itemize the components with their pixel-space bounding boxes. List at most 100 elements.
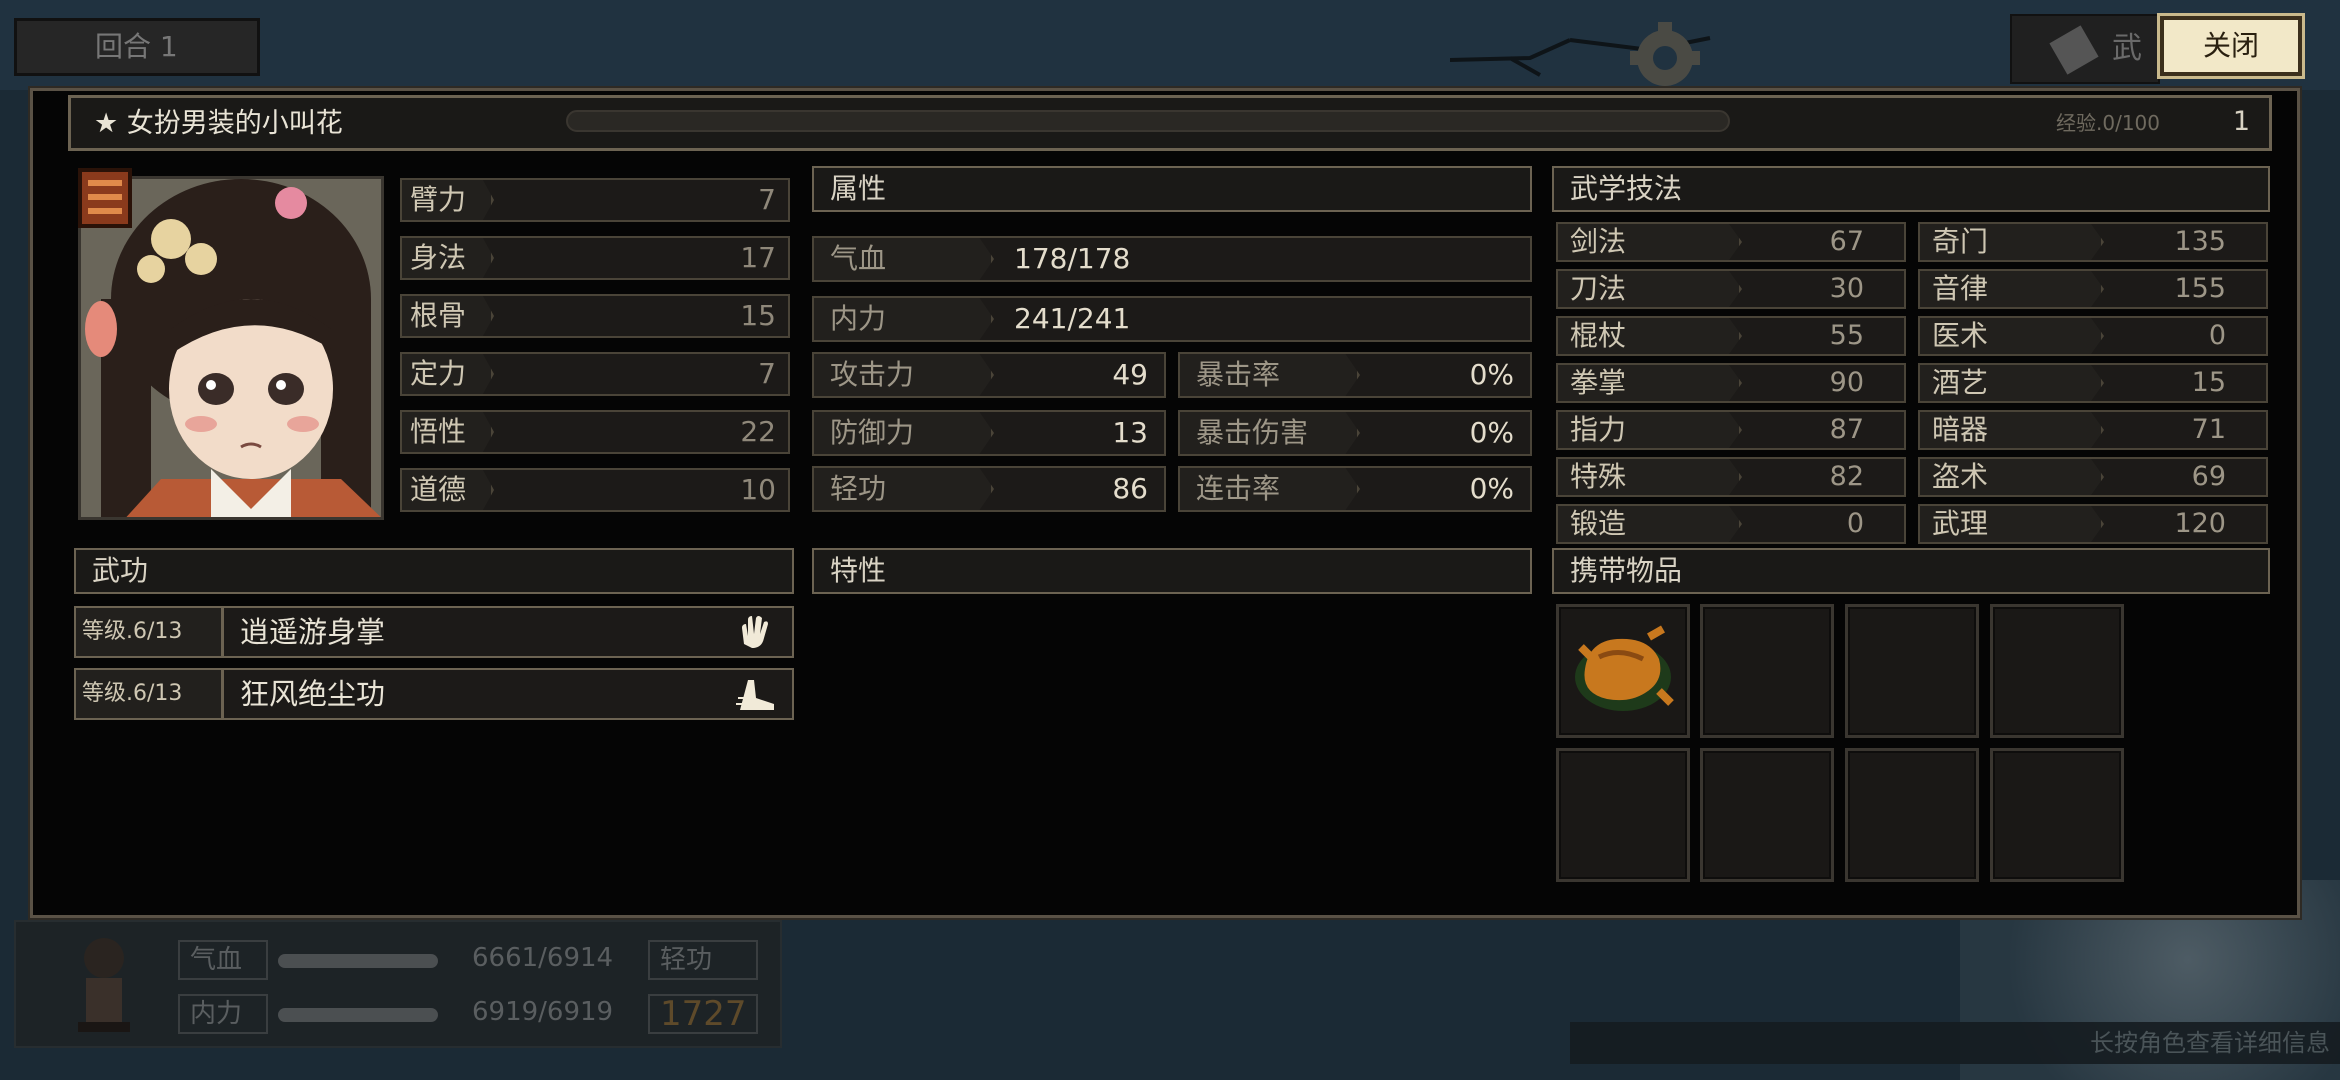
portrait-illustration bbox=[81, 179, 381, 517]
skill-label: 棍杖 bbox=[1558, 318, 1742, 354]
skill-row: 奇门 135 bbox=[1918, 222, 2268, 262]
hud-hp-label: 气血 bbox=[178, 940, 268, 980]
attr-label: 攻击力 bbox=[814, 354, 994, 396]
skill-row: 棍杖 55 bbox=[1556, 316, 1906, 356]
hud-hp-value: 6661/6914 bbox=[472, 943, 614, 973]
martial-item[interactable]: 等级.6/13 逍遥游身掌 bbox=[74, 606, 794, 658]
martial-level: 等级.6/13 bbox=[76, 608, 224, 656]
inventory-slot[interactable] bbox=[1556, 748, 1690, 882]
skill-value: 155 bbox=[2174, 273, 2226, 304]
skill-value: 90 bbox=[1829, 367, 1864, 398]
skill-row: 拳掌 90 bbox=[1556, 363, 1906, 403]
skill-value: 0 bbox=[1846, 508, 1864, 539]
skill-value: 67 bbox=[1829, 226, 1864, 257]
attr-label: 连击率 bbox=[1180, 468, 1360, 510]
stat-label: 臂力 bbox=[402, 180, 494, 220]
skill-value: 71 bbox=[2191, 414, 2226, 445]
character-level: 1 bbox=[2232, 106, 2250, 137]
skill-value: 0 bbox=[2208, 320, 2226, 351]
stat-value: 7 bbox=[758, 183, 776, 216]
stat-label: 道德 bbox=[402, 470, 494, 510]
stat-row-morality: 道德 10 bbox=[400, 468, 790, 512]
skill-label: 医术 bbox=[1920, 318, 2104, 354]
inventory-slot[interactable] bbox=[1990, 748, 2124, 882]
martial-skill-button: 武工 bbox=[2010, 14, 2160, 132]
palm-icon bbox=[742, 616, 768, 648]
skill-value: 87 bbox=[1829, 414, 1864, 445]
skill-row: 指力 87 bbox=[1556, 410, 1906, 450]
stat-value: 17 bbox=[740, 241, 776, 274]
character-name: ★ 女扮男装的小叫花 bbox=[94, 108, 343, 139]
attr-value: 178/178 bbox=[1014, 242, 1131, 275]
attr-label: 轻功 bbox=[814, 468, 994, 510]
attr-label: 气血 bbox=[814, 238, 994, 280]
stat-label: 身法 bbox=[402, 238, 494, 278]
stat-label: 定力 bbox=[402, 354, 494, 394]
attr-row-hp: 气血 178/178 bbox=[812, 236, 1532, 282]
attr-value: 13 bbox=[1112, 416, 1148, 449]
skill-row: 医术 0 bbox=[1918, 316, 2268, 356]
inventory-slot[interactable] bbox=[1700, 748, 1834, 882]
stat-value: 22 bbox=[740, 415, 776, 448]
hud-hp-bar bbox=[278, 954, 438, 968]
skill-value: 69 bbox=[2191, 461, 2226, 492]
skill-row: 锻造 0 bbox=[1556, 504, 1906, 544]
skill-label: 盗术 bbox=[1920, 459, 2104, 495]
skill-row: 刀法 30 bbox=[1556, 269, 1906, 309]
attr-value: 0% bbox=[1469, 416, 1514, 449]
skill-row: 剑法 67 bbox=[1556, 222, 1906, 262]
skill-label: 武理 bbox=[1920, 506, 2104, 542]
skill-row: 暗器 71 bbox=[1918, 410, 2268, 450]
skill-label: 奇门 bbox=[1920, 224, 2104, 260]
skill-row: 酒艺 15 bbox=[1918, 363, 2268, 403]
stat-value: 15 bbox=[740, 299, 776, 332]
skills-header: 武学技法 bbox=[1552, 166, 2270, 212]
skill-label: 拳掌 bbox=[1558, 365, 1742, 401]
skill-value: 30 bbox=[1829, 273, 1864, 304]
hud-mp-label: 内力 bbox=[178, 994, 268, 1034]
hint-text: 长按角色查看详细信息 bbox=[2090, 1029, 2330, 1057]
martial-item[interactable]: 等级.6/13 狂风绝尘功 bbox=[74, 668, 794, 720]
inventory-slot[interactable] bbox=[1845, 748, 1979, 882]
stat-value: 7 bbox=[758, 357, 776, 390]
hud-qinggong-value: 1727 bbox=[648, 994, 758, 1034]
attr-value: 0% bbox=[1469, 358, 1514, 391]
inventory-slot[interactable] bbox=[1556, 604, 1690, 738]
stat-row-comprehension: 悟性 22 bbox=[400, 410, 790, 454]
skill-label: 特殊 bbox=[1558, 459, 1742, 495]
stat-label: 根骨 bbox=[402, 296, 494, 336]
stat-row-constitution: 根骨 15 bbox=[400, 294, 790, 338]
gear-icon[interactable] bbox=[1620, 18, 1710, 88]
skill-label: 指力 bbox=[1558, 412, 1742, 448]
stat-row-strength: 臂力 7 bbox=[400, 178, 790, 222]
attr-label: 暴击伤害 bbox=[1180, 412, 1360, 454]
attr-row-crit-damage: 暴击伤害 0% bbox=[1178, 410, 1532, 456]
traits-header: 特性 bbox=[812, 548, 1532, 594]
attr-row-defense: 防御力 13 bbox=[812, 410, 1166, 456]
inventory-header: 携带物品 bbox=[1552, 548, 2270, 594]
inventory-slot[interactable] bbox=[1700, 604, 1834, 738]
skill-row: 特殊 82 bbox=[1556, 457, 1906, 497]
martial-name: 逍遥游身掌 bbox=[240, 615, 386, 649]
martial-level: 等级.6/13 bbox=[76, 670, 224, 718]
skill-label: 刀法 bbox=[1558, 271, 1742, 307]
stat-label: 悟性 bbox=[402, 412, 494, 452]
skill-label: 音律 bbox=[1920, 271, 2104, 307]
inventory-slot[interactable] bbox=[1845, 604, 1979, 738]
experience-text: 经验.0/100 bbox=[2056, 111, 2160, 135]
martial-name: 狂风绝尘功 bbox=[240, 677, 386, 711]
boot-icon bbox=[736, 680, 774, 710]
hud-mp-bar bbox=[278, 1008, 438, 1022]
attr-row-attack: 攻击力 49 bbox=[812, 352, 1166, 398]
rank-badge-icon bbox=[78, 168, 132, 228]
attr-value: 86 bbox=[1112, 472, 1148, 505]
inventory-slot[interactable] bbox=[1990, 604, 2124, 738]
scene-top-background bbox=[0, 0, 2340, 90]
hud-mp-value: 6919/6919 bbox=[472, 997, 614, 1027]
skill-value: 135 bbox=[2174, 226, 2226, 257]
attr-label: 防御力 bbox=[814, 412, 994, 454]
martial-header: 武功 bbox=[74, 548, 794, 594]
close-button[interactable]: 关闭 bbox=[2157, 13, 2305, 79]
hud-qinggong-label: 轻功 bbox=[648, 940, 758, 980]
skill-label: 酒艺 bbox=[1920, 365, 2104, 401]
